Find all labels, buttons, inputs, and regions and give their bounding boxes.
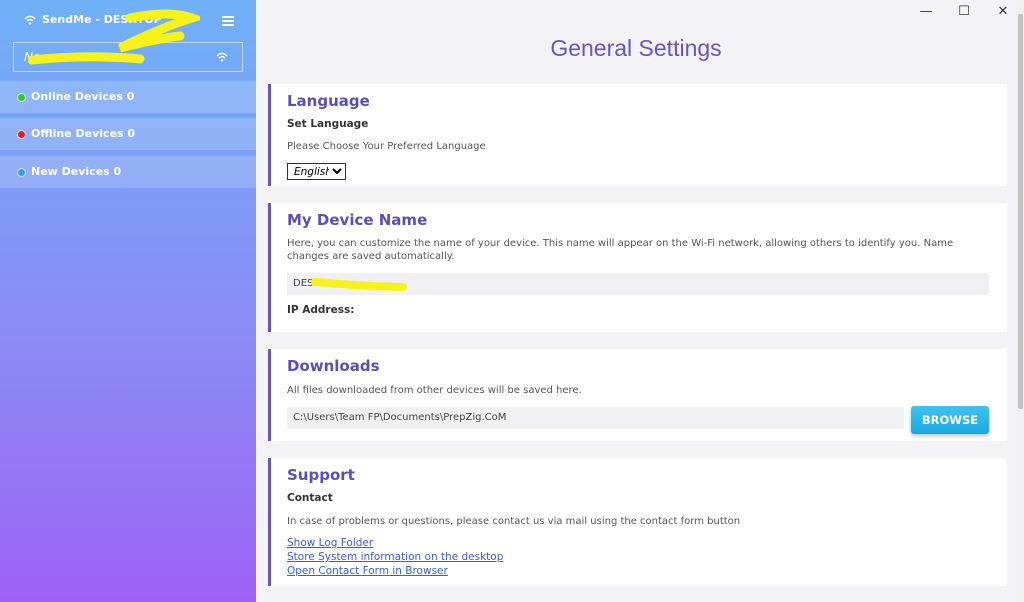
page-title: General Settings bbox=[550, 35, 722, 61]
open-contact-form-link[interactable]: Open Contact Form in Browser bbox=[287, 565, 448, 577]
card-title: Support bbox=[287, 466, 355, 484]
contact-label: Contact bbox=[287, 492, 333, 504]
set-language-label: Set Language bbox=[287, 118, 369, 130]
wifi-icon bbox=[24, 15, 36, 25]
device-name-value: DES bbox=[293, 278, 314, 289]
app-header: SendMe - DESKTOP bbox=[0, 0, 256, 42]
hamburger-menu-icon[interactable] bbox=[222, 16, 234, 26]
network-name: Ne bbox=[24, 50, 41, 64]
support-description: In case of problems or questions, please… bbox=[287, 516, 741, 527]
wifi-icon bbox=[216, 52, 228, 62]
download-path-input[interactable]: C:\Users\Team FP\Documents\PrepZig.CoM bbox=[287, 407, 904, 429]
new-status-icon bbox=[18, 169, 25, 176]
app-title: SendMe - DESKTOP bbox=[42, 13, 162, 26]
support-card: Support Contact In case of problems or q… bbox=[268, 458, 1007, 586]
sidebar-item-offline-devices[interactable]: Offline Devices 0 bbox=[0, 118, 256, 150]
card-title: Downloads bbox=[287, 357, 380, 375]
card-title: Language bbox=[287, 92, 370, 110]
store-system-info-link[interactable]: Store System information on the desktop bbox=[287, 551, 503, 563]
show-log-folder-link[interactable]: Show Log Folder bbox=[287, 537, 373, 549]
online-status-icon bbox=[18, 94, 25, 101]
browse-button[interactable]: BROWSE bbox=[911, 406, 989, 434]
language-select[interactable]: English bbox=[287, 163, 346, 180]
minimize-button[interactable]: — bbox=[916, 4, 936, 20]
sidebar-item-new-devices[interactable]: New Devices 0 bbox=[0, 156, 256, 188]
downloads-description: All files downloaded from other devices … bbox=[287, 385, 582, 396]
card-title: My Device Name bbox=[287, 211, 428, 229]
sidebar-item-label: Offline Devices 0 bbox=[31, 127, 136, 140]
device-name-card: My Device Name Here, you can customize t… bbox=[268, 203, 1007, 332]
sidebar: SendMe - DESKTOP Ne Online Devices 0 Off… bbox=[0, 0, 256, 602]
close-button[interactable]: ✕ bbox=[993, 4, 1013, 20]
scrollbar-thumb[interactable] bbox=[1018, 14, 1023, 409]
sidebar-item-label: Online Devices 0 bbox=[31, 90, 135, 103]
downloads-card: Downloads All files downloaded from othe… bbox=[268, 349, 1007, 441]
language-card: Language Set Language Please Choose Your… bbox=[268, 84, 1007, 186]
offline-status-icon bbox=[18, 131, 25, 138]
device-name-input[interactable]: DES bbox=[287, 273, 989, 295]
sidebar-item-label: New Devices 0 bbox=[31, 165, 122, 178]
device-name-description: Here, you can customize the name of your… bbox=[287, 238, 954, 262]
maximize-button[interactable]: ☐ bbox=[954, 4, 974, 20]
network-selector[interactable]: Ne bbox=[13, 42, 243, 72]
ip-address-label: IP Address: bbox=[287, 304, 355, 316]
download-path-value: C:\Users\Team FP\Documents\PrepZig.CoM bbox=[293, 412, 507, 423]
sidebar-item-online-devices[interactable]: Online Devices 0 bbox=[0, 81, 256, 113]
language-description: Please Choose Your Preferred Language bbox=[287, 141, 486, 152]
